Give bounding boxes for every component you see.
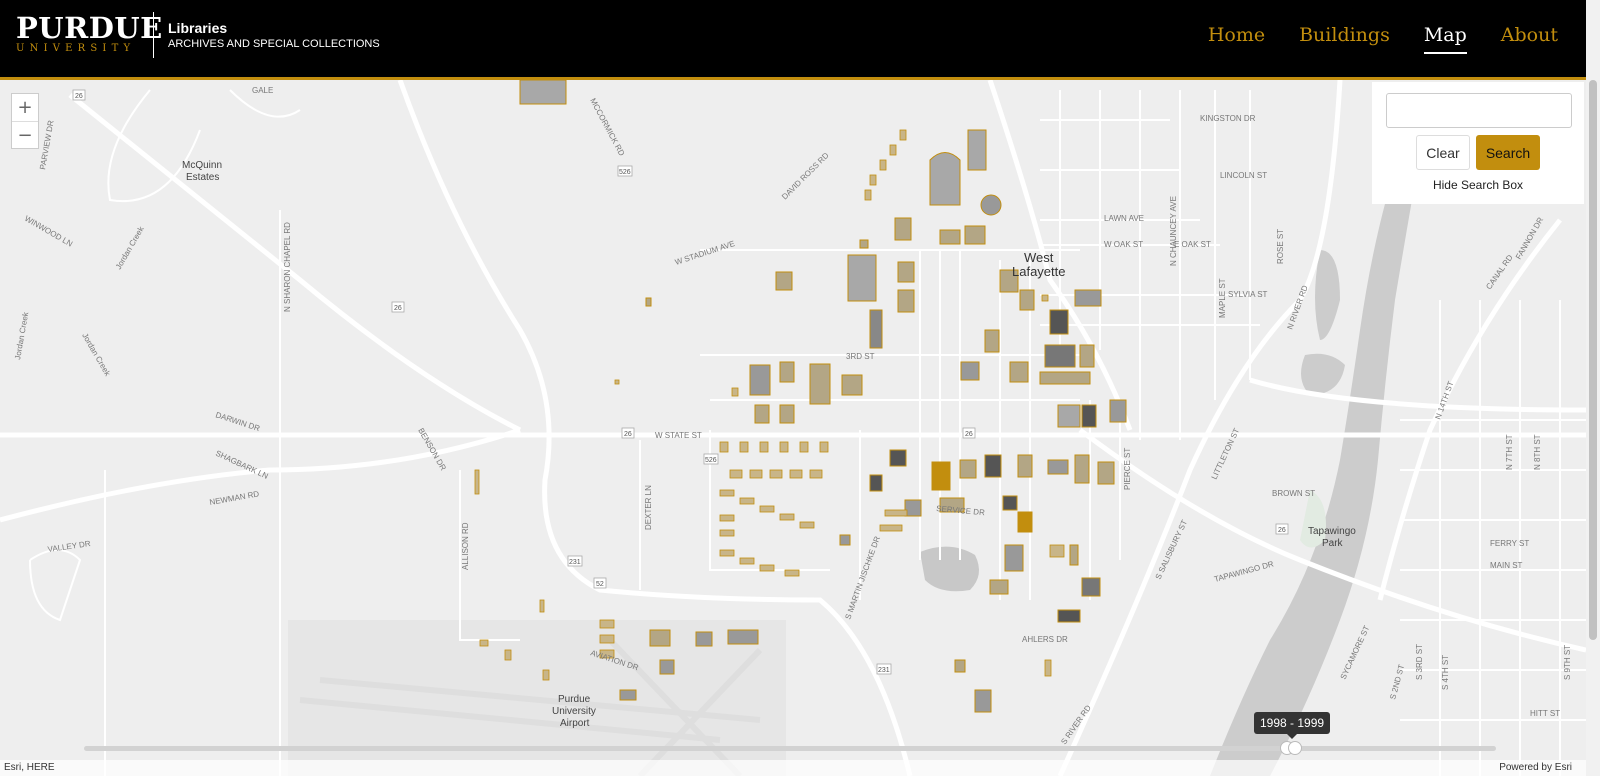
svg-text:PIERCE ST: PIERCE ST bbox=[1123, 448, 1132, 490]
svg-text:LINCOLN ST: LINCOLN ST bbox=[1220, 171, 1267, 180]
libraries-subtitle: ARCHIVES AND SPECIAL COLLECTIONS bbox=[168, 38, 380, 50]
svg-text:HITT ST: HITT ST bbox=[1530, 709, 1560, 718]
minus-icon: − bbox=[17, 124, 33, 146]
svg-text:W OAK ST: W OAK ST bbox=[1104, 240, 1143, 249]
search-button[interactable]: Search bbox=[1476, 135, 1540, 170]
svg-text:MAIN ST: MAIN ST bbox=[1490, 561, 1523, 570]
svg-text:Lafayette: Lafayette bbox=[1012, 264, 1066, 279]
svg-text:Tapawingo: Tapawingo bbox=[1308, 526, 1356, 537]
svg-text:26: 26 bbox=[1278, 527, 1286, 534]
libraries-branding[interactable]: Libraries ARCHIVES AND SPECIAL COLLECTIO… bbox=[168, 20, 380, 50]
svg-text:526: 526 bbox=[705, 457, 717, 464]
svg-text:E OAK ST: E OAK ST bbox=[1174, 240, 1211, 249]
svg-text:SYLVIA ST: SYLVIA ST bbox=[1228, 290, 1268, 299]
svg-text:N SHARON CHAPEL RD: N SHARON CHAPEL RD bbox=[283, 222, 292, 312]
svg-text:Park: Park bbox=[1322, 538, 1344, 549]
svg-text:ROSE ST: ROSE ST bbox=[1276, 229, 1285, 264]
svg-text:MAPLE ST: MAPLE ST bbox=[1218, 278, 1227, 318]
zoom-in-button[interactable]: + bbox=[12, 94, 38, 121]
svg-text:S 9TH ST: S 9TH ST bbox=[1563, 645, 1572, 680]
search-input[interactable] bbox=[1386, 93, 1572, 128]
svg-text:231: 231 bbox=[569, 559, 581, 566]
main-nav: Home Buildings Map About bbox=[1208, 24, 1558, 54]
nav-buildings[interactable]: Buildings bbox=[1299, 24, 1390, 54]
site-header: PURDUE UNIVERSITY Libraries ARCHIVES AND… bbox=[0, 0, 1586, 80]
app-root: { "header": { "logo_name": "PURDUE", "lo… bbox=[0, 0, 1600, 776]
svg-text:McQuinn: McQuinn bbox=[182, 160, 222, 171]
svg-text:BROWN ST: BROWN ST bbox=[1272, 489, 1315, 498]
page-scrollbar[interactable] bbox=[1586, 0, 1600, 776]
time-slider-tooltip: 1998 - 1999 bbox=[1254, 712, 1331, 739]
svg-text:ALLISON RD: ALLISON RD bbox=[461, 522, 470, 570]
scrollbar-thumb[interactable] bbox=[1589, 80, 1597, 640]
clear-button[interactable]: Clear bbox=[1416, 135, 1470, 170]
map-view[interactable]: 26 26 526 26 526 26 231 52 231 26 McQuin… bbox=[0, 80, 1586, 776]
svg-text:26: 26 bbox=[75, 93, 83, 100]
zoom-control: + − bbox=[11, 93, 39, 149]
logo-wordmark: PURDUE bbox=[16, 11, 163, 45]
svg-text:526: 526 bbox=[619, 169, 631, 176]
svg-text:West: West bbox=[1024, 250, 1054, 265]
svg-text:University: University bbox=[552, 706, 596, 717]
powered-by-esri[interactable]: Powered by Esri bbox=[1499, 762, 1572, 773]
svg-text:N CHAUNCEY AVE: N CHAUNCEY AVE bbox=[1169, 196, 1178, 266]
time-slider-handle-end[interactable] bbox=[1288, 741, 1302, 755]
svg-text:GALE: GALE bbox=[252, 86, 273, 95]
purdue-logo[interactable]: PURDUE UNIVERSITY bbox=[16, 11, 163, 55]
svg-text:Estates: Estates bbox=[186, 172, 219, 183]
svg-text:W STATE ST: W STATE ST bbox=[655, 431, 702, 440]
svg-text:231: 231 bbox=[878, 667, 890, 674]
svg-text:26: 26 bbox=[394, 305, 402, 312]
svg-text:3RD ST: 3RD ST bbox=[846, 352, 875, 361]
hide-search-link[interactable]: Hide Search Box bbox=[1372, 178, 1584, 192]
svg-text:N 8TH ST: N 8TH ST bbox=[1533, 434, 1542, 470]
basemap[interactable]: 26 26 526 26 526 26 231 52 231 26 McQuin… bbox=[0, 80, 1586, 776]
svg-text:Airport: Airport bbox=[560, 718, 590, 729]
libraries-title: Libraries bbox=[168, 20, 228, 36]
attribution-bar bbox=[0, 760, 1586, 776]
zoom-out-button[interactable]: − bbox=[12, 121, 38, 148]
svg-text:Purdue: Purdue bbox=[558, 694, 591, 705]
svg-text:26: 26 bbox=[965, 431, 973, 438]
svg-text:S 3RD ST: S 3RD ST bbox=[1415, 644, 1424, 680]
svg-text:LAWN AVE: LAWN AVE bbox=[1104, 214, 1144, 223]
nav-home[interactable]: Home bbox=[1208, 24, 1265, 54]
svg-text:S 4TH ST: S 4TH ST bbox=[1441, 655, 1450, 690]
attribution-text: Esri, HERE bbox=[4, 762, 55, 773]
svg-text:52: 52 bbox=[596, 581, 604, 588]
nav-about[interactable]: About bbox=[1501, 24, 1558, 54]
nav-map[interactable]: Map bbox=[1423, 24, 1467, 54]
svg-text:DEXTER LN: DEXTER LN bbox=[644, 485, 653, 530]
header-divider bbox=[153, 12, 154, 58]
svg-text:AHLERS DR: AHLERS DR bbox=[1022, 635, 1068, 644]
svg-text:26: 26 bbox=[624, 431, 632, 438]
svg-text:N 7TH ST: N 7TH ST bbox=[1505, 434, 1514, 470]
svg-text:KINGSTON DR: KINGSTON DR bbox=[1200, 114, 1256, 123]
plus-icon: + bbox=[17, 97, 33, 118]
search-panel: Clear Search Hide Search Box bbox=[1372, 82, 1584, 204]
svg-text:FERRY ST: FERRY ST bbox=[1490, 539, 1529, 548]
